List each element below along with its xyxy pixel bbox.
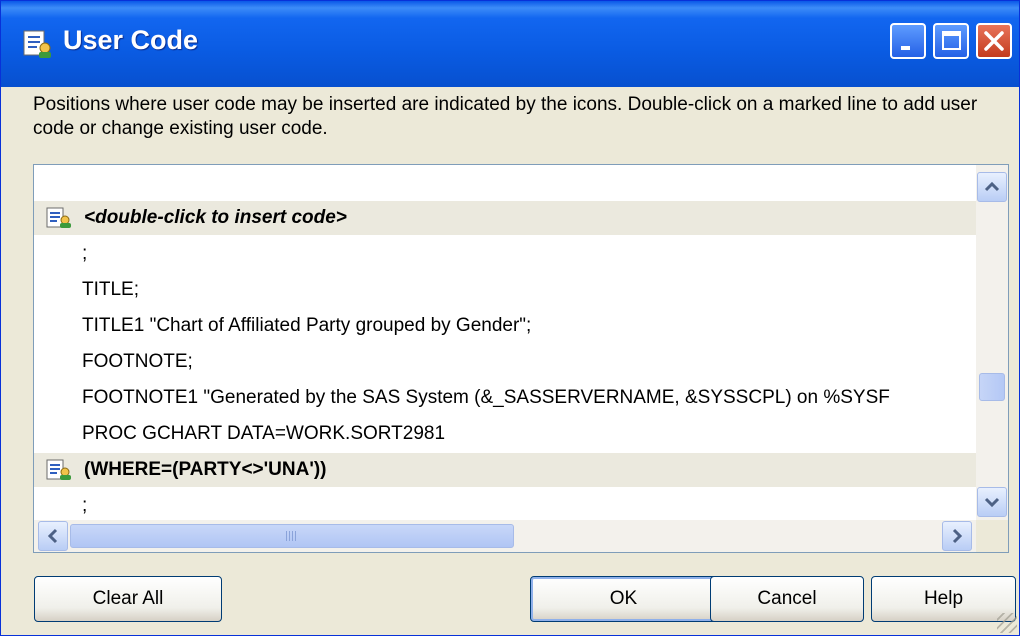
- insert-code-icon: [46, 207, 71, 228]
- clear-all-button[interactable]: Clear All: [34, 576, 222, 622]
- scroll-grip-icon: [286, 531, 298, 541]
- horizontal-scroll-thumb[interactable]: [70, 524, 514, 548]
- code-line[interactable]: [34, 165, 976, 199]
- code-line[interactable]: FOOTNOTE1 "Generated by the SAS System (…: [34, 381, 976, 415]
- marked-code-line[interactable]: (WHERE=(PARTY<>'UNA')): [34, 453, 976, 487]
- code-line-text: (WHERE=(PARTY<>'UNA')): [84, 459, 327, 480]
- code-line[interactable]: TITLE1 "Chart of Affiliated Party groupe…: [34, 309, 976, 343]
- user-code-icon: [23, 30, 51, 58]
- window-title: User Code: [63, 25, 199, 55]
- maximize-button[interactable]: [933, 23, 969, 59]
- vertical-scrollbar[interactable]: [976, 165, 1008, 520]
- code-line[interactable]: TITLE;: [34, 273, 976, 307]
- code-line[interactable]: ;: [34, 489, 976, 520]
- code-line-text: ;: [82, 243, 88, 264]
- code-line-text: FOOTNOTE;: [82, 351, 193, 372]
- chevron-left-icon: [47, 528, 58, 544]
- code-line-text: <double-click to insert code>: [84, 207, 347, 228]
- code-lines-area[interactable]: <double-click to insert code>; TITLE; TITL…: [34, 165, 976, 520]
- minimize-icon: [901, 46, 910, 50]
- marked-code-line[interactable]: <double-click to insert code>: [34, 201, 976, 235]
- vertical-scroll-thumb[interactable]: [979, 373, 1005, 401]
- scrollbar-corner: [976, 520, 1008, 552]
- code-line-text: ;: [82, 495, 88, 516]
- code-editor[interactable]: <double-click to insert code>; TITLE; TITL…: [33, 164, 1009, 553]
- minimize-button[interactable]: [890, 23, 926, 59]
- scroll-right-button[interactable]: [942, 521, 972, 551]
- code-line[interactable]: ;: [34, 237, 976, 271]
- user-code-dialog: User Code Positions where user code may …: [0, 0, 1020, 636]
- close-icon: [984, 31, 1004, 51]
- chevron-down-icon: [984, 497, 1000, 508]
- code-line-text: TITLE1 "Chart of Affiliated Party groupe…: [82, 315, 532, 336]
- insert-code-icon: [46, 459, 71, 480]
- instructions-text: Positions where user code may be inserte…: [33, 94, 978, 139]
- code-line[interactable]: FOOTNOTE;: [34, 345, 976, 379]
- horizontal-scrollbar[interactable]: [34, 520, 976, 552]
- chevron-right-icon: [952, 528, 963, 544]
- scroll-down-button[interactable]: [977, 487, 1007, 517]
- maximize-icon: [942, 31, 961, 50]
- scroll-up-button[interactable]: [977, 172, 1007, 202]
- code-line-text: TITLE;: [82, 279, 140, 300]
- ok-button[interactable]: OK: [530, 576, 717, 622]
- help-button[interactable]: Help: [871, 576, 1016, 622]
- cancel-button[interactable]: Cancel: [710, 576, 864, 622]
- title-bar[interactable]: User Code: [1, 1, 1019, 87]
- close-button[interactable]: [976, 23, 1012, 59]
- code-line-text: FOOTNOTE1 "Generated by the SAS System (…: [82, 387, 890, 408]
- code-line[interactable]: PROC GCHART DATA=WORK.SORT2981: [34, 417, 976, 451]
- scroll-left-button[interactable]: [38, 521, 68, 551]
- chevron-up-icon: [984, 181, 1000, 192]
- resize-grip[interactable]: [997, 613, 1017, 633]
- code-line-text: PROC GCHART DATA=WORK.SORT2981: [82, 423, 446, 444]
